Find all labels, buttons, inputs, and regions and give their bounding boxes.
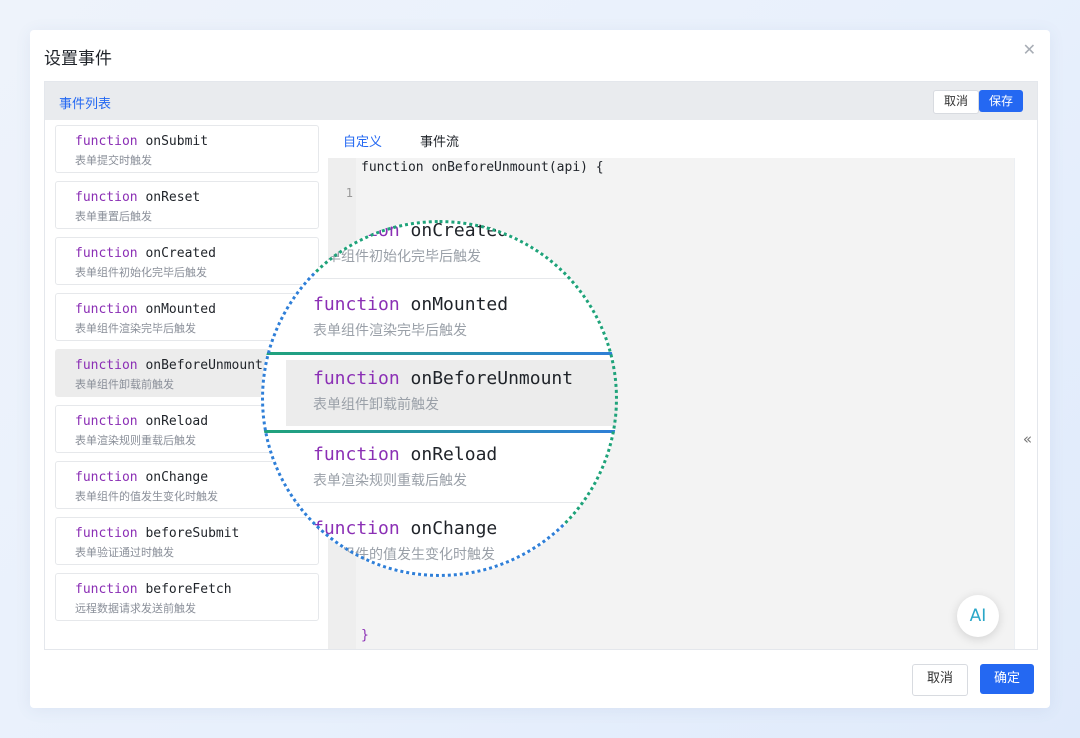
confirm-button[interactable]: 确定 [980,664,1035,694]
event-name: beforeSubmit [145,526,240,541]
magnified-item-onMounted: function onMounted 表单组件渲染完毕后触发 [261,286,618,352]
event-desc: 远程数据请求发送前触发 [75,602,196,615]
magnified-item-onChange: function onChange 表单组件的值发生变化时触发 [261,510,618,576]
cancel-button[interactable]: 取消 [912,664,969,696]
function-keyword: function [75,190,138,205]
event-desc: 表单组件卸载前触发 [313,397,439,413]
event-name: onChange [145,470,209,485]
close-icon[interactable]: ✕ [1023,40,1036,59]
function-keyword: function [75,526,138,541]
event-name: onBeforeUnmount [410,368,574,389]
event-item-beforeFetch[interactable]: function beforeFetch 远程数据请求发送前触发 [55,573,319,621]
ai-assistant-button[interactable]: AI [957,595,999,637]
event-desc: 表单渲染规则重载后触发 [313,473,467,489]
function-keyword: function [313,220,400,241]
magnified-item-onCreated: function onCreated 表单组件初始化完毕后触发 [261,220,618,279]
function-keyword: function [313,518,400,539]
line-number: 1 [345,186,353,200]
magnified-item-onBeforeUnmount: function onBeforeUnmount 表单组件卸载前触发 [286,360,618,426]
function-keyword: function [75,246,138,261]
panel-header: 事件列表 取消 保存 [45,82,1037,120]
function-keyword: function [313,294,400,315]
event-name: beforeFetch [145,582,232,597]
function-keyword: function [313,368,400,389]
event-name: onReload [145,414,209,429]
tab-event-flow[interactable]: 事件流 [420,131,459,150]
event-name: onMounted [145,302,216,317]
event-desc: 表单提交时触发 [75,154,152,167]
tab-custom[interactable]: 自定义 [343,131,383,161]
function-keyword: function [75,358,138,373]
function-keyword: function [75,302,138,317]
event-desc: 表单组件初始化完毕后触发 [313,249,481,265]
side-panel-strip: « [1014,158,1037,649]
function-keyword: function [313,444,400,465]
function-keyword: function [75,134,138,149]
event-desc: 表单组件的值发生变化时触发 [313,547,495,563]
magnified-item-onReload: function onReload 表单渲染规则重载后触发 [261,436,618,503]
event-name: onCreated [145,246,216,261]
function-keyword: function [75,414,138,429]
highlight-line-top [261,352,618,355]
editor-tabs: 自定义 事件流 [328,120,1037,161]
event-name: onReload [410,444,498,465]
dialog-title: 设置事件 [44,49,112,69]
panel-save-button[interactable]: 保存 [978,90,1023,112]
event-name: onChange [410,518,498,539]
event-name: onCreated [410,220,509,241]
magnifier-lens: function onCreated 表单组件初始化完毕后触发 function… [261,220,618,577]
code-first-line: function onBeforeUnmount(api) { [361,160,604,175]
code-last-line: } [361,628,369,643]
event-name: onBeforeUnmount [145,358,263,373]
panel-cancel-button[interactable]: 取消 [932,90,979,114]
function-keyword: function [75,582,138,597]
highlight-line-bottom [261,430,618,433]
event-item-onSubmit[interactable]: function onSubmit 表单提交时触发 [55,125,319,173]
event-name: onReset [145,190,201,205]
event-desc: 表单组件渲染完毕后触发 [313,323,467,339]
event-name: onMounted [410,294,509,315]
function-keyword: function [75,470,138,485]
event-name: onSubmit [145,134,209,149]
collapse-icon[interactable]: « [1023,430,1032,448]
panel-title: 事件列表 [59,97,112,112]
